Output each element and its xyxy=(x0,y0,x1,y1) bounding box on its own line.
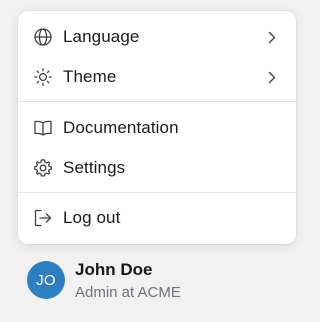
book-icon xyxy=(33,118,53,138)
menu-item-language[interactable]: Language xyxy=(18,17,296,57)
user-profile[interactable]: JO John Doe Admin at ACME xyxy=(27,260,287,302)
user-name: John Doe xyxy=(75,260,153,279)
menu-item-label: Log out xyxy=(63,208,121,227)
globe-icon xyxy=(33,27,53,47)
log-out-icon xyxy=(33,208,53,228)
menu-divider xyxy=(18,101,296,102)
sun-icon xyxy=(33,67,53,87)
menu-item-documentation[interactable]: Documentation xyxy=(18,108,296,148)
menu-item-label: Documentation xyxy=(63,118,179,137)
menu-item-settings[interactable]: Settings xyxy=(18,148,296,188)
menu-item-log-out[interactable]: Log out xyxy=(18,198,296,238)
menu-item-label: Theme xyxy=(63,67,117,86)
menu-item-label: Language xyxy=(63,27,140,46)
menu-item-label: Settings xyxy=(63,158,126,177)
gear-icon xyxy=(33,158,53,178)
avatar[interactable]: JO xyxy=(27,261,65,299)
chevron-right-icon xyxy=(266,30,278,44)
menu-divider xyxy=(18,192,296,193)
user-role: Admin at ACME xyxy=(75,284,181,301)
menu-item-theme[interactable]: Theme xyxy=(18,57,296,97)
chevron-right-icon xyxy=(266,70,278,84)
user-dropdown-menu: Language Theme Documentation Settings Lo… xyxy=(18,11,296,244)
